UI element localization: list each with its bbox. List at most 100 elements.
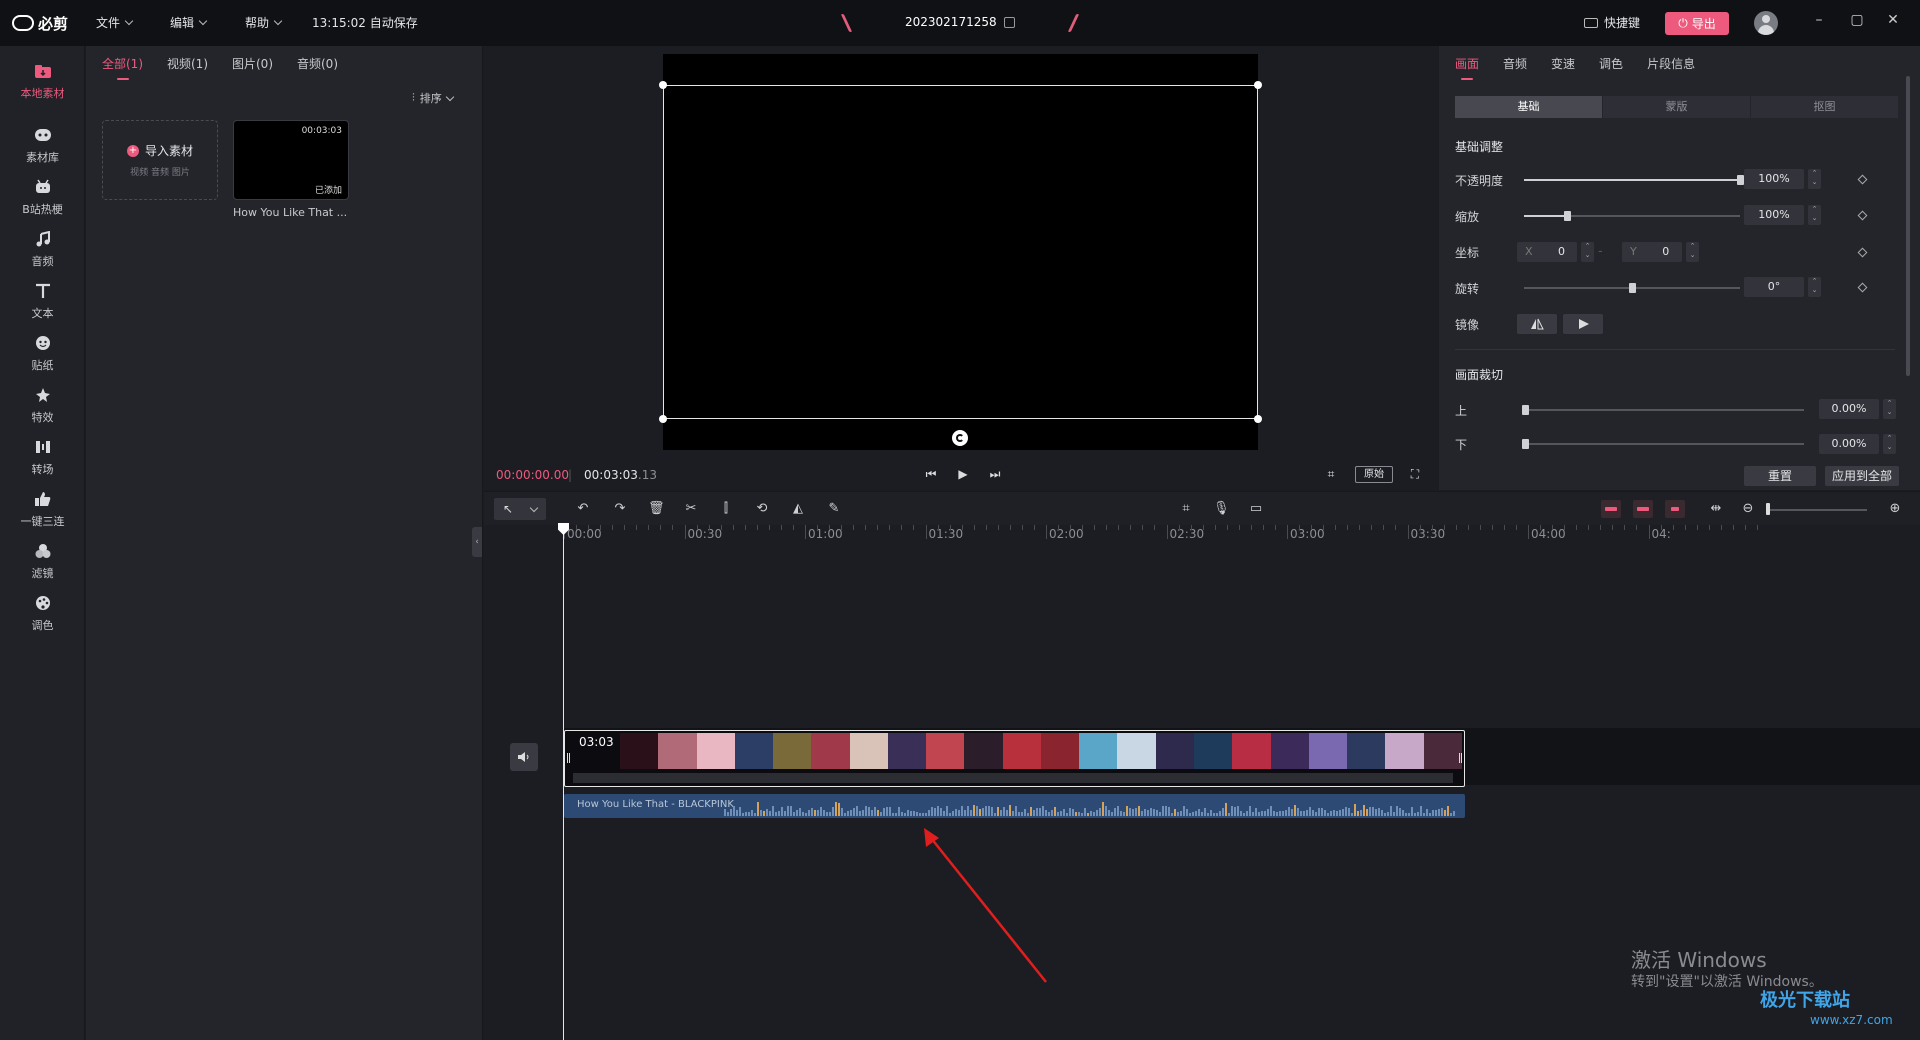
clip-left-handle[interactable] <box>567 753 570 763</box>
nav-color[interactable]: 调色 <box>0 584 85 644</box>
keyframe-icon[interactable] <box>1857 210 1868 221</box>
rotate-handle-icon[interactable] <box>952 430 968 446</box>
crop-bottom-input[interactable]: 0.00% <box>1819 434 1879 454</box>
nav-sticker[interactable]: 贴纸 <box>0 324 85 384</box>
tab-picture[interactable]: 画面 <box>1455 55 1479 80</box>
next-frame-icon[interactable]: ⏭ <box>988 467 1002 481</box>
position-y-stepper[interactable]: ⌃ ⌄ <box>1686 242 1699 262</box>
export-button[interactable]: ⏻ 导出 <box>1665 12 1729 35</box>
menu-help[interactable]: 帮助 <box>245 14 283 31</box>
nav-filter[interactable]: 滤镜 <box>0 532 85 592</box>
user-avatar[interactable] <box>1754 11 1778 35</box>
audio-clip[interactable]: How You Like That - BLACKPINK <box>564 794 1465 818</box>
resize-handle[interactable] <box>659 415 667 423</box>
playhead[interactable] <box>563 525 564 1040</box>
flip-horizontal-icon[interactable] <box>1517 314 1557 334</box>
maximize-icon[interactable]: ▢ <box>1850 13 1864 27</box>
position-x-input[interactable]: X 0 <box>1517 242 1577 262</box>
opacity-input[interactable]: 100% <box>1744 169 1804 189</box>
tab-all[interactable]: 全部(1) <box>102 55 143 80</box>
seg-basic[interactable]: 基础 <box>1455 96 1603 118</box>
snap-icon[interactable] <box>1633 500 1653 518</box>
minimize-icon[interactable]: – <box>1812 13 1826 27</box>
scale-stepper[interactable]: ⌃ ⌄ <box>1808 205 1821 225</box>
play-icon[interactable]: ▶ <box>956 467 970 481</box>
seg-mask[interactable]: 蒙版 <box>1603 96 1751 118</box>
menu-file[interactable]: 文件 <box>96 14 134 31</box>
split-view-icon[interactable]: ⇹ <box>1708 501 1724 517</box>
nav-transition[interactable]: 转场 <box>0 428 85 488</box>
keyframe-icon[interactable] <box>1857 174 1868 185</box>
selection-box[interactable] <box>659 81 1262 423</box>
keyframe-icon[interactable] <box>1857 282 1868 293</box>
audio-link-icon[interactable] <box>1665 500 1685 518</box>
split-icon[interactable]: ⫿ <box>718 501 734 517</box>
fullscreen-icon[interactable]: ⛶ <box>1408 467 1422 481</box>
replace-icon[interactable]: ⟲ <box>754 501 770 517</box>
scale-input[interactable]: 100% <box>1744 205 1804 225</box>
zoom-slider[interactable] <box>1767 509 1867 511</box>
nav-triple[interactable]: 一键三连 <box>0 480 85 540</box>
tab-audio[interactable]: 音频(0) <box>297 55 338 72</box>
tab-color[interactable]: 调色 <box>1599 55 1623 72</box>
capture-icon[interactable]: ⌗ <box>1178 501 1194 517</box>
nav-library[interactable]: 素材库 <box>0 116 85 176</box>
camera-icon[interactable]: ▭ <box>1248 501 1264 517</box>
project-title[interactable]: 202302171258 <box>905 15 1015 29</box>
crop-top-slider[interactable] <box>1524 409 1804 411</box>
nav-bilibili[interactable]: B站热梗 <box>0 168 85 228</box>
edit-icon[interactable] <box>1003 16 1015 28</box>
nav-effects[interactable]: 特效 <box>0 376 85 436</box>
zoom-in-icon[interactable]: ⊕ <box>1887 501 1903 517</box>
pin-icon[interactable]: ✎ <box>826 501 842 517</box>
apply-all-button[interactable]: 应用到全部 <box>1825 466 1899 486</box>
undo-icon[interactable]: ↶ <box>575 501 591 517</box>
crop-top-stepper[interactable]: ⌃ ⌄ <box>1883 399 1896 419</box>
collapse-media-icon[interactable]: ‹ <box>472 527 482 557</box>
crop-top-knob[interactable] <box>1522 405 1529 415</box>
aspect-origin-button[interactable]: 原始 <box>1355 466 1393 483</box>
reset-button[interactable]: 重置 <box>1744 466 1816 486</box>
nav-text[interactable]: 文本 <box>0 272 85 332</box>
prev-frame-icon[interactable]: ⏮ <box>924 467 938 481</box>
seg-matting[interactable]: 抠图 <box>1751 96 1899 118</box>
mirror-tool-icon[interactable]: ◭ <box>790 501 806 517</box>
redo-icon[interactable]: ↷ <box>612 501 628 517</box>
opacity-stepper[interactable]: ⌃ ⌄ <box>1808 169 1821 189</box>
resize-handle[interactable] <box>659 81 667 89</box>
rotate-knob[interactable] <box>1629 283 1636 293</box>
tab-video[interactable]: 视频(1) <box>167 55 208 72</box>
tab-prop-audio[interactable]: 音频 <box>1503 55 1527 72</box>
sort-button[interactable]: ⫶ 排序 <box>412 90 454 106</box>
clip-right-handle[interactable] <box>1459 753 1462 763</box>
rotate-input[interactable]: 0° <box>1744 277 1804 297</box>
tab-image[interactable]: 图片(0) <box>232 55 273 72</box>
zoom-out-icon[interactable]: ⊖ <box>1740 501 1756 517</box>
keyframe-icon[interactable] <box>1857 247 1868 258</box>
resize-handle[interactable] <box>1254 415 1262 423</box>
position-y-input[interactable]: Y 0 <box>1622 242 1682 262</box>
crop-bottom-knob[interactable] <box>1522 439 1529 449</box>
resize-handle[interactable] <box>1254 81 1262 89</box>
microphone-icon[interactable]: 🎙 <box>1213 501 1230 517</box>
crop-bottom-stepper[interactable]: ⌃ ⌄ <box>1883 434 1896 454</box>
link-track-icon[interactable] <box>1601 500 1621 518</box>
close-icon[interactable]: ✕ <box>1886 13 1900 27</box>
position-x-stepper[interactable]: ⌃ ⌄ <box>1581 242 1594 262</box>
import-media-card[interactable]: + 导入素材 视频 音频 图片 <box>102 120 218 200</box>
media-thumbnail[interactable]: 00:03:03 已添加 <box>233 120 349 200</box>
crop-bottom-slider[interactable] <box>1524 443 1804 445</box>
tab-speed[interactable]: 变速 <box>1551 55 1575 72</box>
scale-knob[interactable] <box>1564 211 1572 221</box>
crop-icon[interactable]: ⌗ <box>1324 467 1338 481</box>
cut-icon[interactable]: ✂ <box>683 501 699 517</box>
flip-vertical-icon[interactable] <box>1563 314 1603 334</box>
nav-audio[interactable]: 音频 <box>0 220 85 280</box>
shortcut-button[interactable]: 快捷键 <box>1584 14 1640 31</box>
menu-edit[interactable]: 编辑 <box>170 14 208 31</box>
delete-icon[interactable]: 🗑 <box>648 501 665 517</box>
crop-top-input[interactable]: 0.00% <box>1819 399 1879 419</box>
rotate-stepper[interactable]: ⌃ ⌄ <box>1808 277 1821 297</box>
opacity-knob[interactable] <box>1737 175 1744 185</box>
zoom-knob[interactable] <box>1766 503 1770 515</box>
